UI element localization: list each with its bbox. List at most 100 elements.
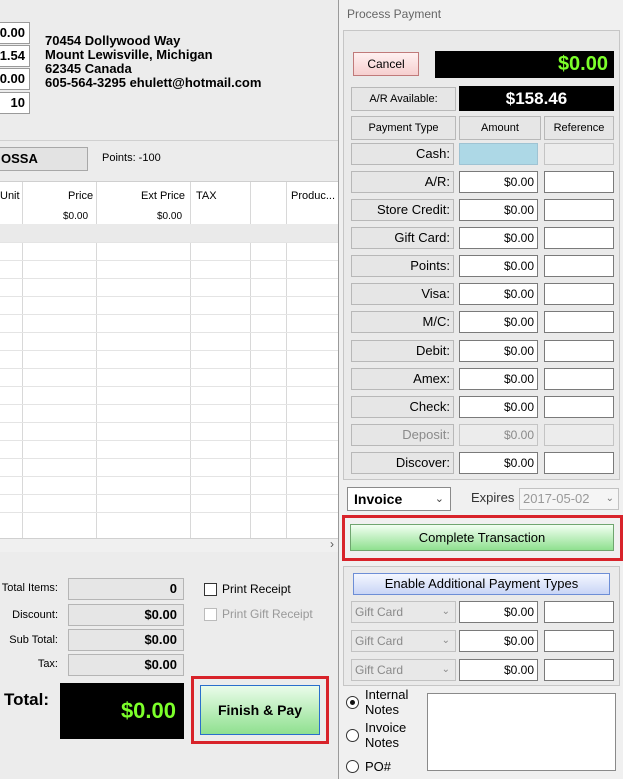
payment-label: Store Credit:: [351, 199, 454, 221]
amex-amount-input[interactable]: $0.00: [459, 368, 538, 390]
store-credit-amount-input[interactable]: $0.00: [459, 199, 538, 221]
invoice-notes-label[interactable]: Invoice Notes: [365, 720, 425, 750]
additional-amount-input-1[interactable]: $0.00: [459, 601, 538, 623]
additional-amount-input-3[interactable]: $0.00: [459, 659, 538, 681]
subtotal-label: Sub Total:: [9, 634, 58, 646]
address-line4: 605-564-3295 ehulett@hotmail.com: [45, 75, 262, 90]
payment-row-gift-card: Gift Card: $0.00: [339, 227, 623, 251]
invoice-notes-radio[interactable]: [346, 729, 359, 742]
row-line: [0, 242, 338, 243]
payment-label: Debit:: [351, 340, 454, 362]
discover-amount-input[interactable]: $0.00: [459, 452, 538, 474]
print-receipt-label[interactable]: Print Receipt: [222, 582, 291, 596]
discover-reference-input[interactable]: [544, 452, 614, 474]
mc-amount-input[interactable]: $0.00: [459, 311, 538, 333]
print-gift-receipt-label[interactable]: Print Gift Receipt: [222, 607, 313, 621]
additional-type-select-3: Gift Card ⌄: [351, 659, 456, 681]
grid-header-unit[interactable]: Unit: [0, 190, 20, 202]
grid-header-price[interactable]: Price: [68, 190, 93, 202]
check-amount-input[interactable]: $0.00: [459, 396, 538, 418]
print-gift-receipt-checkbox[interactable]: [204, 608, 217, 621]
row-line: [0, 404, 338, 405]
col-header-reference: Reference: [544, 116, 614, 140]
items-grid[interactable]: Unit Price Ext Price TAX Produc... $0.00…: [0, 181, 338, 542]
mc-reference-input[interactable]: [544, 311, 614, 333]
additional-reference-input-2[interactable]: [544, 630, 614, 652]
row-line: [0, 260, 338, 261]
payment-row-store-credit: Store Credit: $0.00: [339, 199, 623, 223]
enable-additional-payment-types-button[interactable]: Enable Additional Payment Types: [353, 573, 610, 595]
chevron-down-icon: ⌄: [441, 606, 450, 617]
invoice-type-select[interactable]: Invoice ⌄: [347, 487, 451, 511]
row-line: [0, 296, 338, 297]
expires-date-field[interactable]: 2017-05-02 ⌄: [519, 488, 619, 510]
finish-pay-button[interactable]: Finish & Pay: [200, 685, 320, 735]
total-items-value: 0: [68, 578, 184, 600]
top-total-1: 0.00: [0, 22, 30, 44]
debit-reference-input[interactable]: [544, 340, 614, 362]
payment-row-ar: A/R: $0.00: [339, 171, 623, 195]
payment-label: Gift Card:: [351, 227, 454, 249]
cancel-button[interactable]: Cancel: [353, 52, 419, 76]
amex-reference-input[interactable]: [544, 368, 614, 390]
ar-amount-input[interactable]: $0.00: [459, 171, 538, 193]
notes-textarea[interactable]: [427, 693, 616, 771]
cash-amount-input[interactable]: [459, 143, 538, 165]
internal-notes-label[interactable]: Internal Notes: [365, 687, 425, 717]
payment-row-visa: Visa: $0.00: [339, 283, 623, 307]
complete-transaction-highlight: Complete Transaction: [342, 515, 623, 561]
payment-label: Deposit:: [351, 424, 454, 446]
check-reference-input[interactable]: [544, 396, 614, 418]
internal-notes-radio[interactable]: [346, 696, 359, 709]
additional-amount-input-2[interactable]: $0.00: [459, 630, 538, 652]
payment-row-mc: M/C: $0.00: [339, 311, 623, 335]
divider: [0, 140, 338, 141]
top-total-2: 1.54: [0, 45, 30, 67]
print-receipt-checkbox[interactable]: [204, 583, 217, 596]
expires-date-value: 2017-05-02: [523, 491, 590, 506]
grid-header-ext-price[interactable]: Ext Price: [141, 190, 185, 202]
payment-row-discover: Discover: $0.00: [339, 452, 623, 476]
payment-label: Check:: [351, 396, 454, 418]
ar-reference-input[interactable]: [544, 171, 614, 193]
payment-row-amex: Amex: $0.00: [339, 368, 623, 392]
ar-available-label: A/R Available:: [351, 87, 456, 111]
horizontal-scrollbar[interactable]: ›: [0, 537, 338, 552]
process-payment-dialog: Process Payment Cancel $0.00 A/R Availab…: [338, 0, 623, 779]
grid-header-tax[interactable]: TAX: [196, 190, 217, 202]
po-number-label[interactable]: PO#: [365, 759, 391, 774]
gift-card-reference-input[interactable]: [544, 227, 614, 249]
deposit-reference-input: [544, 424, 614, 446]
customer-id-field[interactable]: OSSA: [0, 147, 88, 171]
amount-due-display: $0.00: [435, 51, 614, 78]
points-amount-input[interactable]: $0.00: [459, 255, 538, 277]
payment-row-points: Points: $0.00: [339, 255, 623, 279]
total-items-label: Total Items:: [1, 582, 58, 594]
grid-header-product[interactable]: Produc...: [291, 190, 335, 202]
store-credit-reference-input[interactable]: [544, 199, 614, 221]
additional-reference-input-1[interactable]: [544, 601, 614, 623]
chevron-down-icon: ⌄: [441, 635, 450, 646]
total-value: $0.00: [60, 683, 184, 739]
points-label: Points: -100: [102, 152, 161, 164]
selected-row[interactable]: [0, 224, 338, 242]
additional-reference-input-3[interactable]: [544, 659, 614, 681]
debit-amount-input[interactable]: $0.00: [459, 340, 538, 362]
discount-label: Discount:: [12, 609, 58, 621]
visa-amount-input[interactable]: $0.00: [459, 283, 538, 305]
gift-card-amount-input[interactable]: $0.00: [459, 227, 538, 249]
payment-label: Visa:: [351, 283, 454, 305]
chevron-down-icon: ⌄: [434, 493, 444, 505]
visa-reference-input[interactable]: [544, 283, 614, 305]
discount-value: $0.00: [68, 604, 184, 626]
complete-transaction-button[interactable]: Complete Transaction: [350, 524, 614, 551]
scroll-right-icon[interactable]: ›: [330, 537, 334, 551]
po-number-radio[interactable]: [346, 760, 359, 773]
total-label: Total:: [4, 690, 50, 709]
payment-row-check: Check: $0.00: [339, 396, 623, 420]
row-line: [0, 458, 338, 459]
payment-label: Amex:: [351, 368, 454, 390]
points-reference-input[interactable]: [544, 255, 614, 277]
row-line: [0, 440, 338, 441]
tax-value: $0.00: [68, 654, 184, 676]
